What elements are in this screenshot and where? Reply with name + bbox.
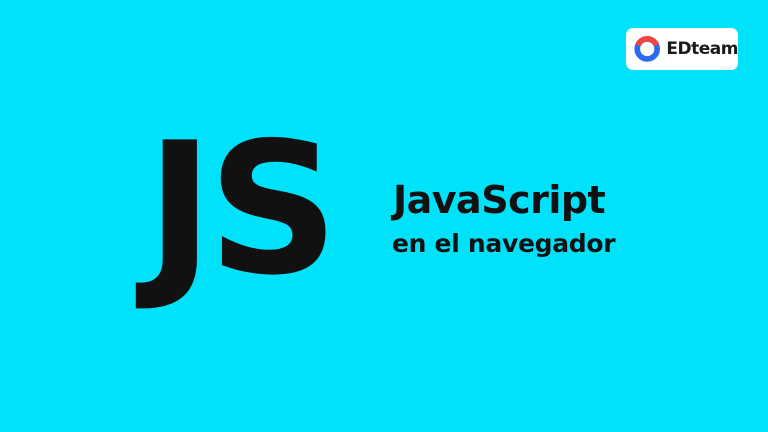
page-subtitle: en el navegador [392,229,616,258]
brand-name: EDteam [666,39,738,59]
cover-canvas: EDteam JS JavaScript en el navegador [0,0,768,432]
edteam-logo: EDteam [626,28,738,70]
edteam-ring-icon [634,36,661,62]
page-title: JavaScript [393,178,606,222]
js-logo-text: JS [146,103,339,315]
